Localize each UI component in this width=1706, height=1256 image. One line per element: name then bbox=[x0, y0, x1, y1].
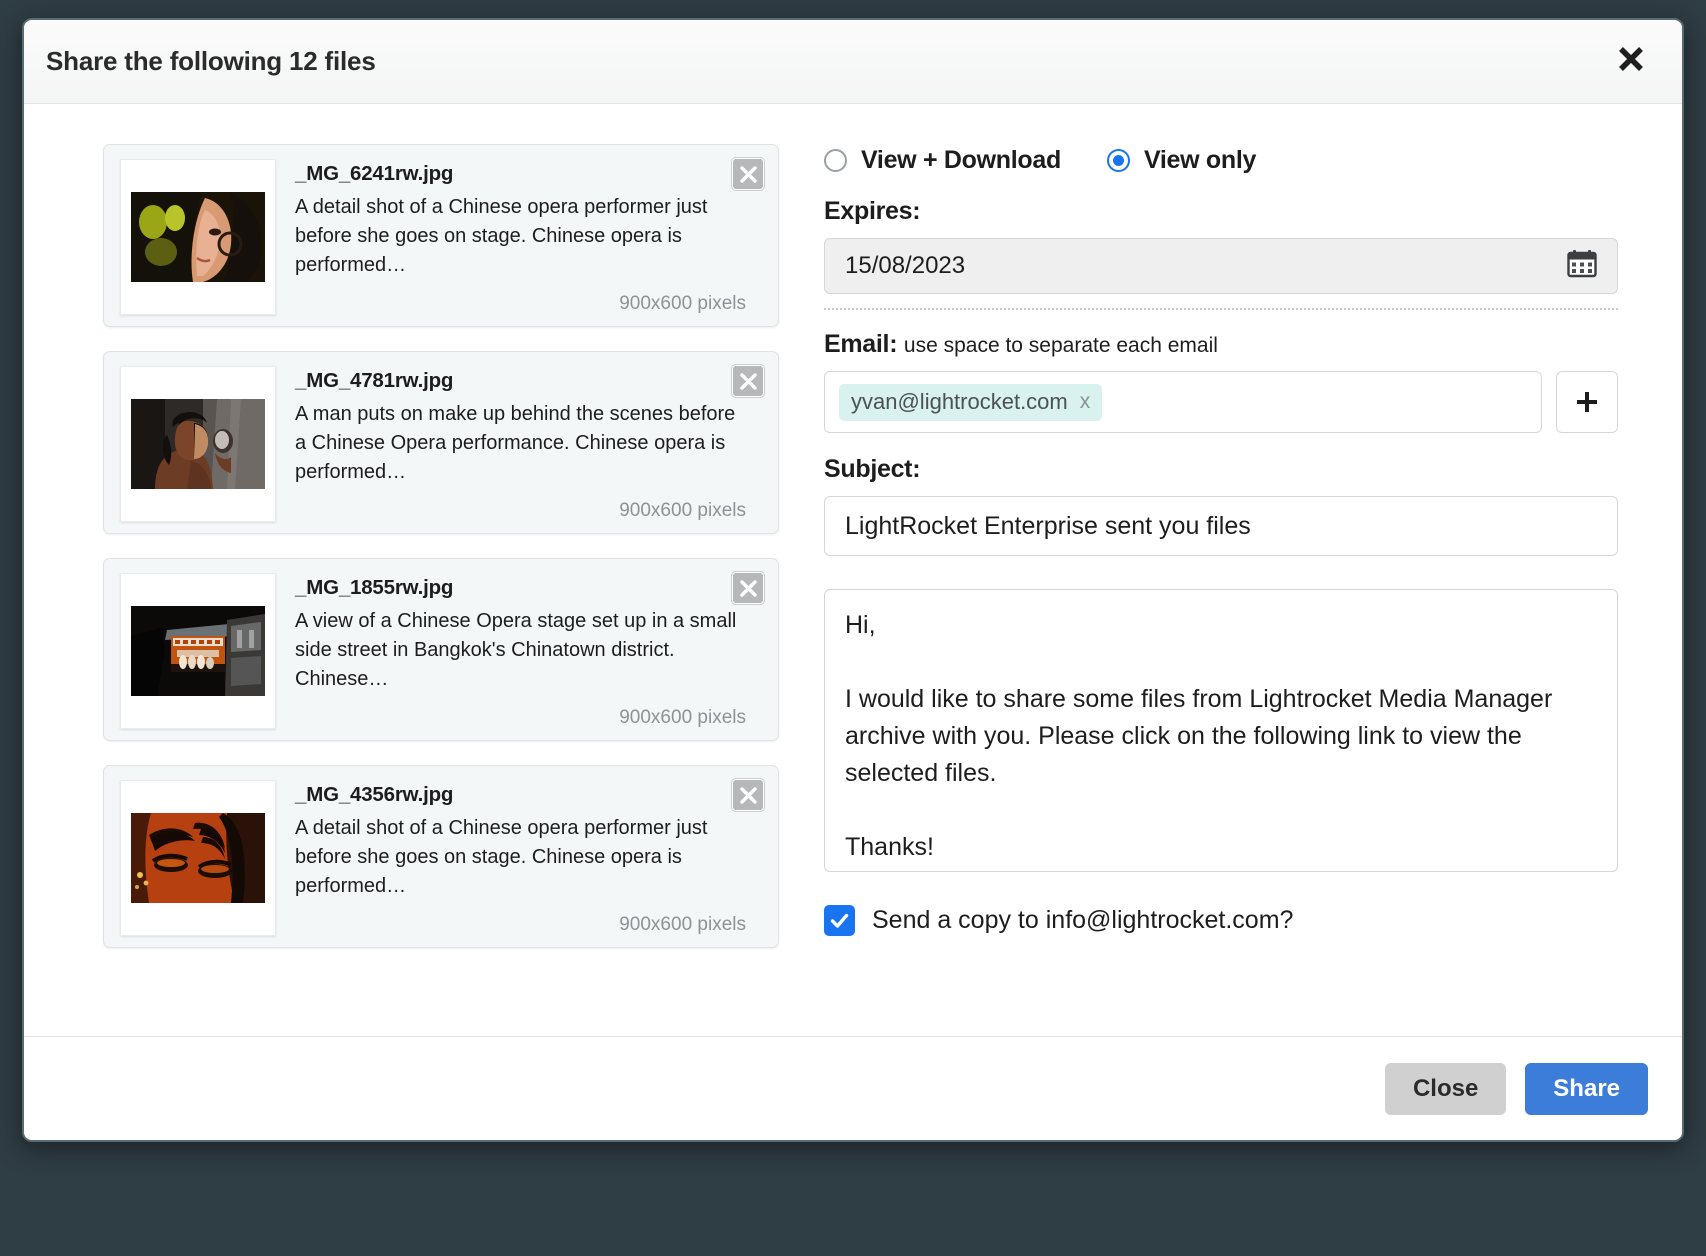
expiry-date-field[interactable]: 15/08/2023 bbox=[824, 238, 1618, 294]
calendar-icon[interactable] bbox=[1567, 250, 1597, 283]
list-item[interactable]: _MG_4781rw.jpg A man puts on make up beh… bbox=[103, 351, 779, 534]
file-info: _MG_4356rw.jpg A detail shot of a Chines… bbox=[276, 780, 762, 947]
list-item[interactable]: _MG_4356rw.jpg A detail shot of a Chines… bbox=[103, 765, 779, 948]
file-info: _MG_1855rw.jpg A view of a Chinese Opera… bbox=[276, 573, 762, 740]
remove-file-icon[interactable] bbox=[732, 365, 764, 397]
radio-view-download[interactable]: View + Download bbox=[824, 146, 1061, 175]
file-description: A view of a Chinese Opera stage set up i… bbox=[295, 610, 737, 690]
file-info: _MG_4781rw.jpg A man puts on make up beh… bbox=[276, 366, 762, 533]
file-name: _MG_4781rw.jpg bbox=[295, 369, 454, 392]
share-button[interactable]: Share bbox=[1525, 1062, 1648, 1115]
send-copy-label: Send a copy to info@lightrocket.com? bbox=[872, 906, 1294, 934]
email-label: Email: use space to separate each email bbox=[824, 330, 1618, 359]
dialog-header: Share the following 12 files bbox=[24, 20, 1682, 104]
remove-file-icon[interactable] bbox=[732, 158, 764, 190]
list-item[interactable]: _MG_6241rw.jpg A detail shot of a Chines… bbox=[103, 144, 779, 327]
file-thumbnail-frame bbox=[120, 159, 276, 315]
file-info: _MG_6241rw.jpg A detail shot of a Chines… bbox=[276, 159, 762, 326]
file-thumbnail bbox=[131, 813, 265, 903]
email-chip[interactable]: yvan@lightrocket.com x bbox=[839, 383, 1103, 421]
selected-files-list: _MG_6241rw.jpg A detail shot of a Chines… bbox=[58, 144, 784, 1036]
send-copy-row[interactable]: Send a copy to info@lightrocket.com? bbox=[824, 905, 1618, 936]
subject-input[interactable]: LightRocket Enterprise sent you files bbox=[824, 496, 1618, 556]
file-dimensions: 900x600 pixels bbox=[619, 914, 746, 935]
radio-view-only[interactable]: View only bbox=[1106, 146, 1257, 175]
remove-file-icon[interactable] bbox=[732, 572, 764, 604]
email-label-text: Email: bbox=[824, 330, 898, 358]
radio-unchecked-icon bbox=[824, 149, 847, 172]
file-thumbnail-frame bbox=[120, 780, 276, 936]
add-email-button[interactable] bbox=[1556, 371, 1618, 433]
file-thumbnail bbox=[131, 399, 265, 489]
remove-file-icon[interactable] bbox=[732, 779, 764, 811]
email-row: yvan@lightrocket.com x bbox=[824, 371, 1618, 433]
radio-view-download-label: View + Download bbox=[861, 146, 1061, 174]
remove-email-icon[interactable]: x bbox=[1080, 390, 1091, 414]
expires-label: Expires: bbox=[824, 197, 921, 225]
file-thumbnail-frame bbox=[120, 573, 276, 729]
share-files-dialog: Share the following 12 files _MG_6241rw.… bbox=[22, 18, 1684, 1142]
dialog-footer: Close Share bbox=[24, 1036, 1682, 1140]
page-title: Share the following 12 files bbox=[46, 46, 376, 76]
subject-label: Subject: bbox=[824, 455, 921, 483]
file-dimensions: 900x600 pixels bbox=[619, 500, 746, 521]
file-description: A detail shot of a Chinese opera perform… bbox=[295, 196, 708, 276]
email-hint: use space to separate each email bbox=[903, 334, 1218, 357]
share-settings-form: View + Download View only Expires: 15/08… bbox=[824, 144, 1648, 1036]
file-thumbnail-frame bbox=[120, 366, 276, 522]
file-description: A man puts on make up behind the scenes … bbox=[295, 403, 736, 483]
file-name: _MG_4356rw.jpg bbox=[295, 783, 454, 806]
send-copy-checkbox[interactable] bbox=[824, 905, 855, 936]
expiry-date-value: 15/08/2023 bbox=[845, 252, 966, 279]
file-thumbnail bbox=[131, 606, 265, 696]
email-input[interactable]: yvan@lightrocket.com x bbox=[824, 371, 1542, 433]
file-dimensions: 900x600 pixels bbox=[619, 707, 746, 728]
dialog-body: _MG_6241rw.jpg A detail shot of a Chines… bbox=[24, 104, 1682, 1036]
message-textarea[interactable]: Hi, I would like to share some files fro… bbox=[824, 589, 1618, 872]
close-icon[interactable] bbox=[1610, 42, 1652, 82]
radio-view-only-label: View only bbox=[1143, 146, 1257, 174]
file-dimensions: 900x600 pixels bbox=[619, 293, 746, 314]
permission-radio-group: View + Download View only bbox=[824, 146, 1618, 175]
file-name: _MG_6241rw.jpg bbox=[295, 162, 454, 185]
file-description: A detail shot of a Chinese opera perform… bbox=[295, 817, 708, 897]
file-thumbnail bbox=[131, 192, 265, 282]
radio-checked-icon bbox=[1106, 149, 1130, 172]
divider bbox=[824, 308, 1618, 310]
close-button[interactable]: Close bbox=[1384, 1062, 1507, 1115]
email-chip-text: yvan@lightrocket.com bbox=[851, 388, 1068, 414]
list-item[interactable]: _MG_1855rw.jpg A view of a Chinese Opera… bbox=[103, 558, 779, 741]
file-name: _MG_1855rw.jpg bbox=[295, 576, 454, 599]
